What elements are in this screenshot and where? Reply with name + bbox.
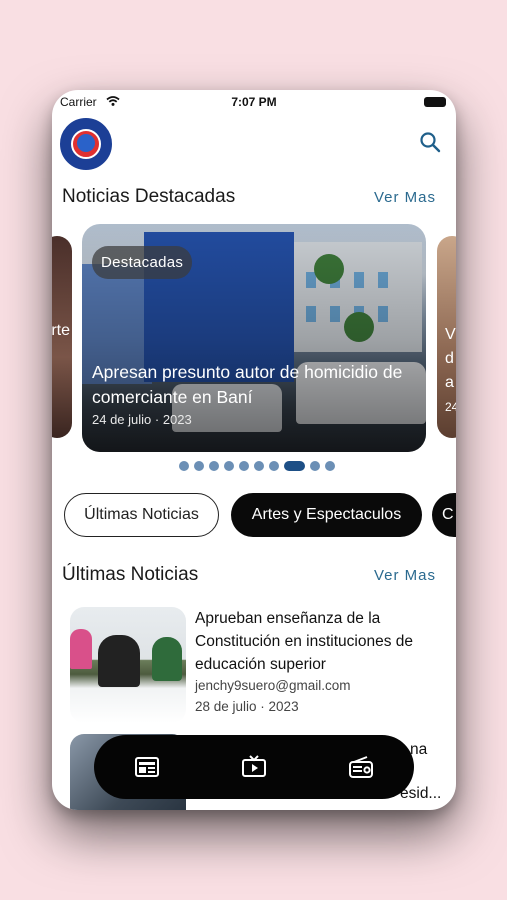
featured-see-more-link[interactable]: Ver Mas bbox=[374, 189, 436, 206]
radio-icon[interactable] bbox=[348, 755, 374, 779]
news-author: jenchy9suero@gmail.com bbox=[195, 678, 351, 693]
next-card-peek-text: V bbox=[445, 326, 456, 343]
category-chip-ultimas-noticias[interactable]: Últimas Noticias bbox=[64, 493, 219, 537]
category-chip-next[interactable]: C bbox=[432, 493, 456, 537]
logo-globe bbox=[77, 134, 95, 152]
carousel-dot[interactable] bbox=[224, 461, 234, 471]
next-card-peek-text: a bbox=[445, 374, 454, 391]
status-bar: Carrier 7:07 PM bbox=[52, 90, 456, 114]
news-title: na bbox=[410, 741, 428, 758]
carousel-dot[interactable] bbox=[310, 461, 320, 471]
bottom-tab-bar bbox=[94, 735, 414, 799]
search-icon[interactable] bbox=[418, 130, 442, 154]
featured-card-previous[interactable]: rte bbox=[52, 236, 72, 438]
battery-icon bbox=[424, 97, 446, 107]
tv-icon[interactable] bbox=[241, 755, 267, 779]
next-card-peek-text: d bbox=[445, 350, 454, 367]
carousel-dot[interactable] bbox=[269, 461, 279, 471]
next-card-peek-text: 24 bbox=[445, 400, 456, 414]
featured-headline: Apresan presunto autor de homicidio de c… bbox=[92, 362, 403, 407]
news-thumbnail bbox=[70, 607, 186, 723]
carousel-dot[interactable] bbox=[209, 461, 219, 471]
previous-card-peek-text: rte bbox=[52, 322, 70, 339]
carousel-dot-active[interactable] bbox=[284, 461, 305, 471]
carousel-dot[interactable] bbox=[325, 461, 335, 471]
latest-see-more-link[interactable]: Ver Mas bbox=[374, 567, 436, 584]
news-icon[interactable] bbox=[134, 755, 160, 779]
category-chip-artes-espectaculos[interactable]: Artes y Espectaculos bbox=[231, 493, 422, 537]
featured-badge: Destacadas bbox=[92, 246, 193, 279]
carousel-dot[interactable] bbox=[239, 461, 249, 471]
clock: 7:07 PM bbox=[231, 95, 277, 109]
featured-title: Noticias Destacadas bbox=[62, 186, 236, 207]
featured-card[interactable]: Destacadas Apresan presunto autor de hom… bbox=[82, 224, 426, 452]
featured-card-next[interactable]: V d a 24 bbox=[437, 236, 456, 438]
news-title: Aprueban enseñanza de la Constitución en… bbox=[195, 610, 413, 673]
carousel-dot[interactable] bbox=[254, 461, 264, 471]
news-title-continued: esid... bbox=[400, 785, 442, 802]
latest-title: Últimas Noticias bbox=[62, 564, 199, 585]
carousel-page-indicator[interactable] bbox=[52, 461, 456, 471]
carousel-dot[interactable] bbox=[179, 461, 189, 471]
panorama-logo-icon[interactable] bbox=[60, 118, 112, 170]
carousel-dot[interactable] bbox=[194, 461, 204, 471]
news-date: 28 de julio · 2023 bbox=[195, 699, 299, 714]
featured-date: 24 de julio · 2023 bbox=[92, 412, 192, 427]
phone-screen: Carrier 7:07 PM Noticias Destacadas Ver … bbox=[52, 90, 456, 810]
news-item[interactable]: Aprueban enseñanza de la Constitución en… bbox=[70, 607, 450, 727]
